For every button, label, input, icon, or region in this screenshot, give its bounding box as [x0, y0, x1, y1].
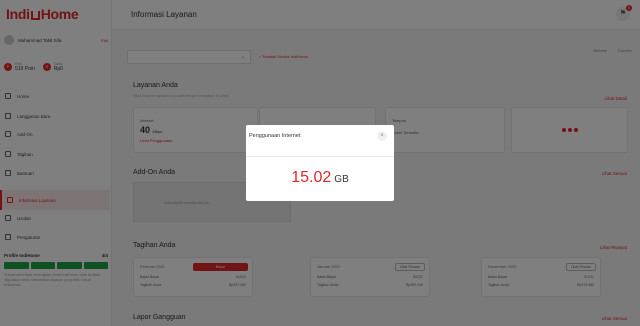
- internet-usage-modal: Penggunaan Internet × 15.02 GB: [246, 125, 394, 201]
- modal-title: Penggunaan Internet: [249, 133, 301, 139]
- modal-divider: [246, 156, 394, 157]
- usage-number: 15.02: [291, 169, 332, 186]
- usage-value: 15.02 GB: [246, 169, 394, 187]
- close-icon[interactable]: ×: [377, 131, 387, 141]
- usage-unit: GB: [334, 174, 349, 185]
